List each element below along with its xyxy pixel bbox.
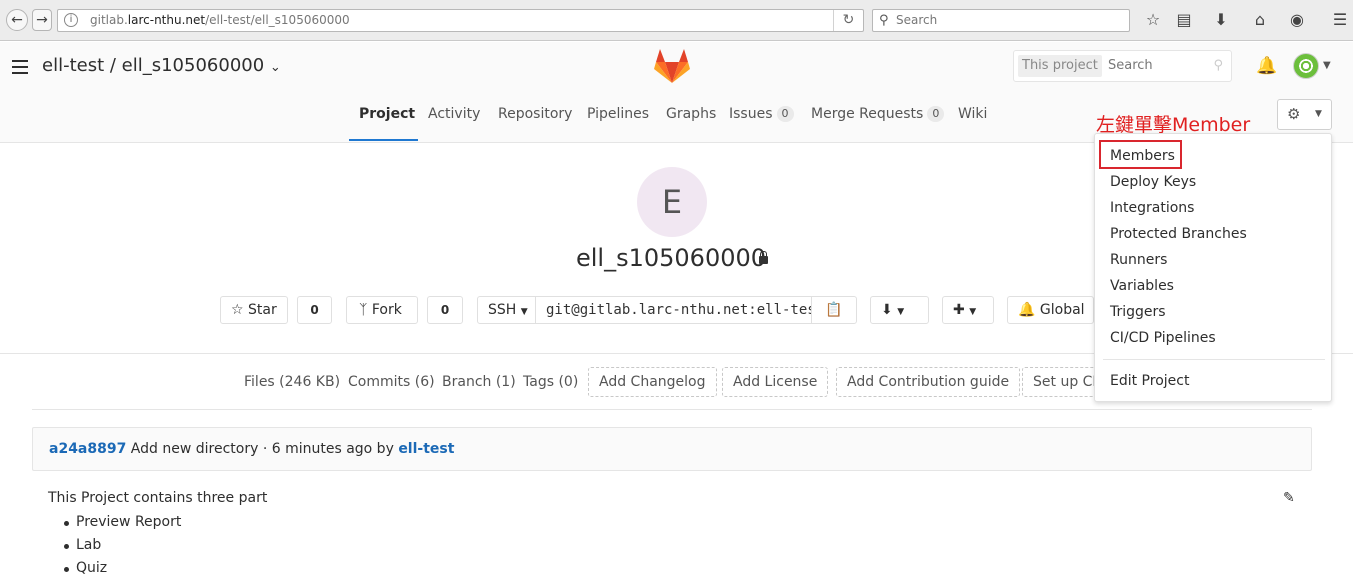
chevron-down-icon[interactable]: ▼ — [1323, 60, 1331, 71]
browser-search-input[interactable]: ⚲ Search — [872, 9, 1130, 32]
reader-icon[interactable]: ▤ — [1174, 10, 1194, 30]
reload-icon[interactable]: ↻ — [833, 10, 863, 31]
star-button[interactable]: ☆ Star — [220, 296, 288, 324]
menu-item-deploy-keys[interactable]: Deploy Keys — [1110, 174, 1196, 190]
tab-wiki[interactable]: Wiki — [958, 106, 987, 122]
last-commit: a24a8897 Add new directory · 6 minutes a… — [32, 427, 1312, 471]
notification-bell-icon[interactable]: 🔔 — [1256, 56, 1277, 76]
tab-activity[interactable]: Activity — [428, 106, 480, 122]
add-new-button[interactable]: ✚ ▼ — [942, 296, 994, 324]
settings-dropdown-menu: Members Deploy Keys Integrations Protect… — [1094, 133, 1332, 402]
settings-dropdown-button[interactable]: ⚙ ▼ — [1277, 99, 1332, 130]
gitlab-header: ell-test / ell_s105060000 ⌄ This project… — [0, 42, 1353, 92]
readme-list: Preview Report Lab Quiz — [63, 514, 181, 583]
add-changelog-button[interactable]: Add Changelog — [588, 367, 717, 397]
tab-graphs[interactable]: Graphs — [666, 106, 716, 122]
fork-icon: ᛉ — [359, 302, 368, 318]
add-contribution-guide-button[interactable]: Add Contribution guide — [836, 367, 1021, 397]
forward-icon[interactable]: → — [32, 9, 52, 31]
commit-message: Add new directory · 6 minutes ago by — [130, 441, 394, 457]
search-scope-label: This project — [1018, 55, 1102, 77]
gitlab-logo-icon[interactable] — [653, 48, 691, 84]
divider — [32, 409, 1312, 410]
project-title: ell_s105060000 — [576, 244, 767, 272]
copy-url-button[interactable]: 📋 — [811, 296, 857, 324]
members-highlight-box — [1099, 140, 1182, 169]
browser-toolbar: ← → i gitlab.larc-nthu.net/ell-test/ell_… — [0, 0, 1353, 41]
lock-icon — [759, 251, 768, 264]
star-count[interactable]: 0 — [297, 296, 332, 324]
list-item: Lab — [63, 537, 181, 560]
tab-repository[interactable]: Repository — [498, 106, 572, 122]
project-breadcrumb[interactable]: ell-test / ell_s105060000 ⌄ — [42, 55, 281, 76]
menu-item-ci-cd-pipelines[interactable]: CI/CD Pipelines — [1110, 330, 1216, 346]
download-button[interactable]: ⬇ ▼ — [870, 296, 929, 324]
gear-icon: ⚙ — [1287, 105, 1301, 123]
search-icon: ⚲ — [879, 13, 889, 28]
commit-sha-link[interactable]: a24a8897 — [49, 441, 126, 457]
url-text: gitlab.larc-nthu.net/ell-test/ell_s10506… — [90, 13, 350, 27]
menu-item-edit-project[interactable]: Edit Project — [1110, 373, 1189, 389]
url-bar[interactable]: i gitlab.larc-nthu.net/ell-test/ell_s105… — [57, 9, 864, 32]
list-item: Preview Report — [63, 514, 181, 537]
add-license-button[interactable]: Add License — [722, 367, 829, 397]
tags-link[interactable]: Tags (0) — [523, 374, 578, 390]
menu-item-integrations[interactable]: Integrations — [1110, 200, 1194, 216]
notification-level-button[interactable]: 🔔 Global — [1007, 296, 1094, 324]
pocket-icon[interactable]: ◉ — [1287, 10, 1307, 30]
commit-author-link[interactable]: ell-test — [398, 441, 454, 457]
chevron-down-icon: ▼ — [897, 307, 905, 317]
protocol-select[interactable]: SSH ▼ — [477, 296, 536, 324]
download-icon[interactable]: ⬇ — [1211, 10, 1231, 30]
tab-pipelines[interactable]: Pipelines — [587, 106, 649, 122]
clipboard-icon: 📋 — [825, 302, 843, 318]
edit-pencil-icon[interactable]: ✎ — [1283, 490, 1295, 506]
info-icon[interactable]: i — [64, 13, 78, 27]
bookmark-star-icon[interactable]: ☆ — [1143, 10, 1163, 30]
menu-icon[interactable]: ☰ — [1330, 10, 1350, 30]
menu-item-protected-branches[interactable]: Protected Branches — [1110, 226, 1247, 242]
home-icon[interactable]: ⌂ — [1250, 10, 1270, 30]
active-tab-indicator — [349, 139, 418, 141]
files-link[interactable]: Files (246 KB) — [244, 374, 340, 390]
fork-button[interactable]: ᛉ Fork — [346, 296, 418, 324]
star-icon: ☆ — [231, 302, 244, 318]
download-icon: ⬇ — [881, 302, 893, 318]
chevron-down-icon: ▼ — [969, 307, 977, 317]
readme-intro: This Project contains three part — [48, 490, 268, 506]
menu-item-runners[interactable]: Runners — [1110, 252, 1167, 268]
project-search-input[interactable]: This project Search ⚲ — [1013, 50, 1232, 82]
plus-icon: ✚ — [953, 302, 965, 318]
clone-url-input[interactable]: git@gitlab.larc-nthu.net:ell-test/ell_s1… — [535, 296, 812, 324]
chevron-down-icon: ▼ — [1315, 109, 1322, 119]
branch-link[interactable]: Branch (1) — [442, 374, 516, 390]
menu-item-triggers[interactable]: Triggers — [1110, 304, 1166, 320]
tab-project[interactable]: Project — [359, 106, 415, 122]
issues-count-badge: 0 — [776, 106, 794, 122]
project-avatar: E — [637, 167, 707, 237]
fork-count[interactable]: 0 — [427, 296, 463, 324]
tab-issues[interactable]: Issues 0 — [729, 106, 794, 122]
mr-count-badge: 0 — [927, 106, 945, 122]
chevron-down-icon: ▼ — [520, 307, 528, 317]
chevron-down-icon: ⌄ — [269, 60, 281, 75]
user-avatar[interactable] — [1293, 53, 1319, 79]
commits-link[interactable]: Commits (6) — [348, 374, 435, 390]
annotation-label: 左鍵單擊Member — [1096, 114, 1251, 136]
menu-divider — [1103, 359, 1325, 360]
list-item: Quiz — [63, 560, 181, 583]
search-icon: ⚲ — [1213, 58, 1223, 73]
tab-merge-requests[interactable]: Merge Requests 0 — [811, 106, 945, 122]
hamburger-icon[interactable] — [12, 60, 28, 74]
back-icon[interactable]: ← — [6, 9, 28, 31]
bell-icon: 🔔 — [1018, 302, 1036, 318]
menu-item-variables[interactable]: Variables — [1110, 278, 1174, 294]
